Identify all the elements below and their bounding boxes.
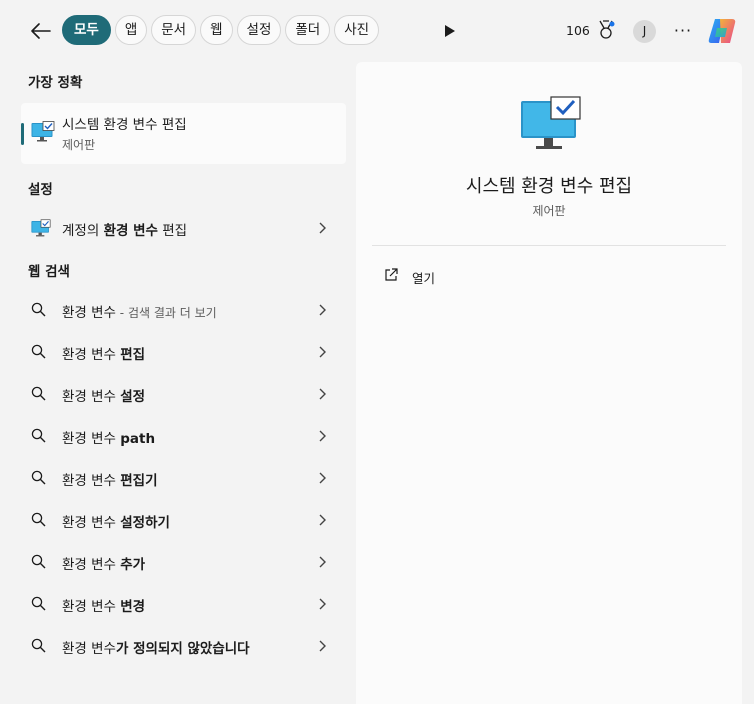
web-search-item[interactable]: 환경 변수가 정의되지 않았습니다 bbox=[21, 628, 346, 664]
settings-header: 설정 bbox=[28, 182, 53, 198]
best-match-result[interactable]: 시스템 환경 변수 편집 제어판 bbox=[21, 103, 346, 164]
open-action[interactable]: 열기 bbox=[372, 258, 726, 292]
web-search-item[interactable]: 환경 변수 편집 bbox=[21, 334, 346, 370]
preview-subtitle: 제어판 bbox=[532, 204, 566, 218]
chevron-right-icon bbox=[319, 640, 326, 652]
chevron-right-icon bbox=[319, 346, 326, 358]
web-search-label: 환경 변수 설정하기 bbox=[62, 511, 170, 531]
label-bold: 추가 bbox=[120, 557, 146, 573]
settings-result-label: 계정의 환경 변수 편집 bbox=[62, 219, 187, 239]
tab-settings[interactable]: 설정 bbox=[236, 15, 282, 45]
web-search-label: 환경 변수 - 검색 결과 더 보기 bbox=[62, 301, 217, 321]
chevron-right-icon bbox=[319, 556, 326, 568]
label-bold: 편집기 bbox=[120, 473, 158, 489]
label-plain: 환경 변수 bbox=[62, 599, 121, 615]
search-icon bbox=[31, 428, 46, 443]
chevron-right-icon bbox=[319, 472, 326, 484]
label-plain: 환경 변수 bbox=[62, 641, 116, 657]
monitor-check-icon bbox=[31, 121, 55, 147]
avatar[interactable]: J bbox=[633, 20, 656, 43]
label-bold: 설정하기 bbox=[120, 515, 170, 531]
label-bold: path bbox=[120, 431, 156, 447]
best-match-title: 시스템 환경 변수 편집 bbox=[62, 117, 187, 133]
search-icon bbox=[31, 470, 46, 485]
web-search-label: 환경 변수 path bbox=[62, 427, 155, 447]
preview-pane: 시스템 환경 변수 편집 제어판 열기 bbox=[356, 62, 742, 704]
selection-indicator bbox=[21, 123, 24, 145]
web-search-header: 웹 검색 bbox=[28, 264, 70, 280]
label-plain: 환경 변수 bbox=[62, 347, 121, 363]
copilot-icon[interactable] bbox=[706, 15, 738, 47]
tab-all[interactable]: 모두 bbox=[62, 15, 111, 45]
label-plain: 환경 변수 bbox=[62, 389, 121, 405]
label-plain: 환경 변수 bbox=[62, 431, 121, 447]
label-plain: 계정의 bbox=[62, 223, 104, 239]
label-bold: 설정 bbox=[120, 389, 146, 405]
label-tail: 편집 bbox=[157, 223, 188, 239]
tab-apps[interactable]: 앱 bbox=[114, 15, 148, 45]
monitor-check-icon bbox=[31, 219, 51, 242]
more-filters-play-icon[interactable] bbox=[440, 20, 460, 42]
settings-result[interactable]: 계정의 환경 변수 편집 bbox=[21, 210, 346, 246]
label-bold: 편집 bbox=[120, 347, 146, 363]
results-pane: 가장 정확 시스템 환경 변수 편집 제어판 설정 계정의 환경 변수 편집 웹… bbox=[0, 62, 356, 704]
best-match-subtitle: 제어판 bbox=[62, 138, 96, 152]
open-label: 열기 bbox=[412, 271, 436, 286]
web-search-label: 환경 변수 추가 bbox=[62, 553, 145, 573]
search-icon bbox=[31, 512, 46, 527]
top-bar: 모두 앱 문서 웹 설정 폴더 사진 106 J ··· bbox=[0, 0, 754, 62]
label-plain: 환경 변수 bbox=[62, 515, 121, 531]
web-search-label: 환경 변수가 정의되지 않았습니다 bbox=[62, 637, 250, 657]
tab-documents[interactable]: 문서 bbox=[151, 15, 197, 45]
web-search-item[interactable]: 환경 변수 추가 bbox=[21, 544, 346, 580]
web-search-item[interactable]: 환경 변수 변경 bbox=[21, 586, 346, 622]
label-sub: - 검색 결과 더 보기 bbox=[115, 306, 217, 320]
tab-photos[interactable]: 사진 bbox=[334, 15, 380, 45]
chevron-right-icon bbox=[319, 304, 326, 316]
best-match-header: 가장 정확 bbox=[28, 75, 83, 91]
label-bold: 환경 변수 bbox=[103, 223, 158, 239]
web-search-item[interactable]: 환경 변수 편집기 bbox=[21, 460, 346, 496]
web-search-label: 환경 변수 편집기 bbox=[62, 469, 158, 489]
chevron-right-icon bbox=[319, 514, 326, 526]
web-search-item[interactable]: 환경 변수 path bbox=[21, 418, 346, 454]
web-search-label: 환경 변수 편집 bbox=[62, 343, 145, 363]
divider bbox=[372, 245, 726, 246]
search-icon bbox=[31, 344, 46, 359]
preview-title: 시스템 환경 변수 편집 bbox=[465, 176, 633, 197]
filter-tabs: 모두 앱 문서 웹 설정 폴더 사진 bbox=[62, 15, 380, 45]
web-search-item[interactable]: 환경 변수 설정 bbox=[21, 376, 346, 412]
chevron-right-icon bbox=[319, 430, 326, 442]
label-plain: 환경 변수 bbox=[62, 473, 121, 489]
search-icon bbox=[31, 596, 46, 611]
back-arrow-icon[interactable] bbox=[26, 16, 56, 46]
label-plain: 환경 변수 bbox=[62, 557, 121, 573]
tab-folders[interactable]: 폴더 bbox=[285, 15, 331, 45]
rewards-medal-icon[interactable] bbox=[597, 20, 615, 40]
tab-web[interactable]: 웹 bbox=[200, 15, 233, 45]
more-options-icon[interactable]: ··· bbox=[672, 18, 694, 44]
search-icon bbox=[31, 638, 46, 653]
chevron-right-icon bbox=[319, 598, 326, 610]
label-bold: 가 정의되지 않았습니다 bbox=[115, 641, 250, 657]
label-plain: 환경 변수 bbox=[62, 305, 116, 321]
open-external-icon bbox=[385, 268, 398, 281]
search-icon bbox=[31, 386, 46, 401]
search-icon bbox=[31, 302, 46, 317]
chevron-right-icon bbox=[319, 222, 326, 234]
web-search-label: 환경 변수 변경 bbox=[62, 595, 145, 615]
label-bold: 변경 bbox=[120, 599, 146, 615]
monitor-check-icon bbox=[520, 96, 582, 156]
rewards-points: 106 bbox=[566, 23, 590, 38]
web-search-item[interactable]: 환경 변수 설정하기 bbox=[21, 502, 346, 538]
web-search-item[interactable]: 환경 변수 - 검색 결과 더 보기 bbox=[21, 292, 346, 328]
web-search-label: 환경 변수 설정 bbox=[62, 385, 145, 405]
chevron-right-icon bbox=[319, 388, 326, 400]
search-icon bbox=[31, 554, 46, 569]
